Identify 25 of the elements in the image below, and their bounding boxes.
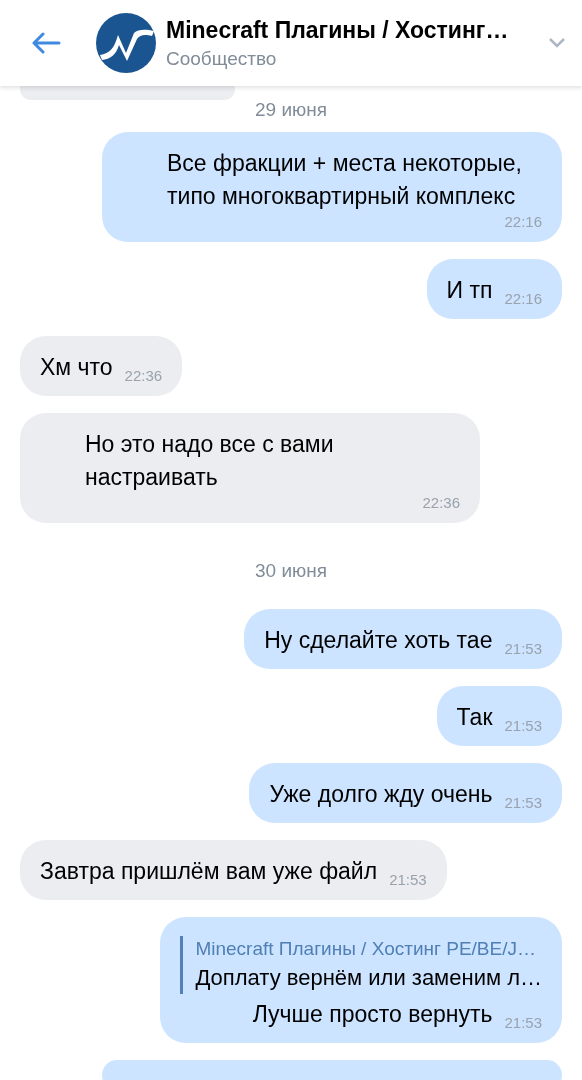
- message-time: 22:36: [422, 494, 460, 511]
- message-time: 22:16: [504, 290, 542, 307]
- quote-author: Minecraft Плагины / Хостинг PE/BE/J…: [195, 937, 537, 961]
- message-text: И тп: [446, 276, 493, 305]
- message-text: Все фракции + места некоторые, типо многоквартирный комплекс: [167, 149, 523, 211]
- message-time: 21:53: [504, 640, 542, 657]
- message-text: Хм что: [40, 353, 113, 382]
- message-text: Так: [456, 703, 493, 732]
- message-time: 21:53: [504, 1014, 542, 1031]
- message-time: 21:53: [504, 717, 542, 734]
- message-text: Уже долго жду очень: [269, 780, 493, 809]
- message-time: 22:16: [504, 213, 542, 230]
- message-time: 21:53: [504, 794, 542, 811]
- message-text: Ну сделайте хоть тае: [264, 626, 493, 655]
- message-text: Но это надо все с вами настраивать: [85, 430, 335, 492]
- message-time: 22:36: [124, 367, 163, 384]
- chevron-down-icon[interactable]: [548, 37, 566, 49]
- quote-text: Доплату вернём или заменим л…: [195, 964, 542, 992]
- chat-title: Minecraft Плагины / Хостинг…: [166, 16, 510, 44]
- community-avatar-icon[interactable]: [96, 13, 156, 73]
- message-text: Завтра пришлём вам уже файл: [40, 857, 378, 886]
- quoted-message[interactable]: Minecraft Плагины / Хостинг PE/BE/J… Доплату вернём или заменим л…: [180, 936, 542, 994]
- message-text: Лучше просто вернуть: [252, 1000, 493, 1029]
- message-time: 21:53: [389, 871, 427, 888]
- chat-subtitle: Сообщество: [166, 47, 278, 70]
